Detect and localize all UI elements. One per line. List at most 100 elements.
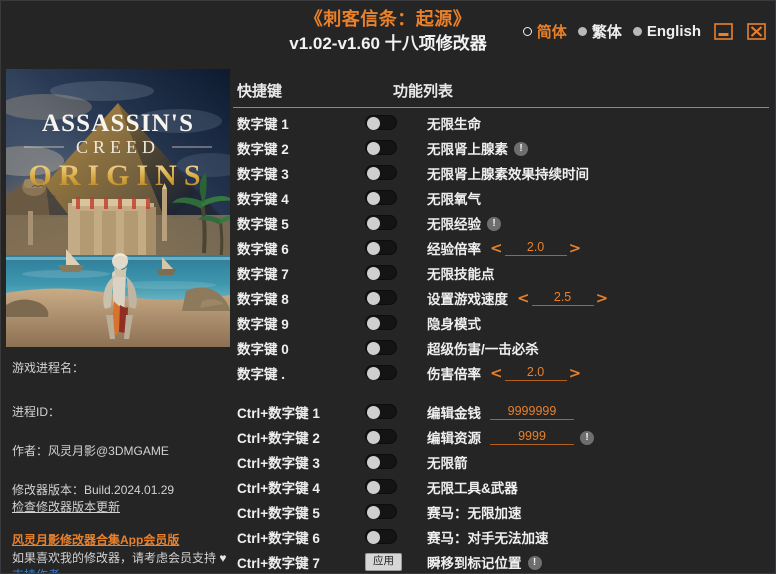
table-column-headers: 快捷键 功能列表 (231, 69, 771, 101)
column-header-hotkey: 快捷键 (237, 83, 283, 100)
table-row: 数字键 4 无限氧气 (237, 185, 771, 210)
hotkey-label: 数字键 2 (237, 141, 289, 157)
toggle-switch[interactable] (365, 454, 397, 469)
hotkey-label: 数字键 4 (237, 191, 289, 207)
heart-icon: ♥ (219, 551, 227, 565)
cheat-label: 无限氧气 (427, 191, 481, 207)
hotkey-label: 数字键 1 (237, 116, 289, 132)
toggle-knob (367, 506, 380, 519)
increment-button[interactable]: > (569, 240, 582, 255)
minimize-button[interactable] (713, 22, 734, 41)
hotkey-label: 数字键 3 (237, 166, 289, 182)
toggle-switch[interactable] (365, 265, 397, 280)
toggle-switch[interactable] (365, 290, 397, 305)
warning-icon[interactable]: ! (580, 430, 594, 445)
table-row: 数字键 0 超级伤害/一击必杀 (237, 335, 771, 360)
svg-text:ORIGINS: ORIGINS (28, 159, 207, 192)
value-field[interactable]: 2.0 (504, 365, 567, 381)
value-field[interactable]: 2.5 (531, 290, 594, 306)
table-row: Ctrl+数字键 6 赛马：对手无法加速 (237, 524, 771, 549)
decrement-button[interactable]: < (490, 240, 503, 255)
support-text: 如果喜欢我的修改器，请考虑会员支持 (12, 551, 217, 565)
toggle-switch[interactable] (365, 479, 397, 494)
cheat-label: 无限工具&武器 (427, 480, 518, 496)
table-row: Ctrl+数字键 1 编辑金钱 9999999 (237, 399, 771, 424)
toggle-knob (367, 292, 380, 305)
table-row: Ctrl+数字键 5 赛马：无限加速 (237, 499, 771, 524)
cheat-table: 快捷键 功能列表 数字键 1 无限生命 数字键 2 无限肾上腺素 ! 数字键 3… (231, 69, 775, 573)
hotkey-label: 数字键 . (237, 366, 286, 382)
table-row: 数字键 5 无限经验 ! (237, 210, 771, 235)
toggle-knob (367, 242, 380, 255)
hotkey-label: Ctrl+数字键 7 (237, 555, 320, 571)
value-spinner: < 2.0 > (490, 240, 581, 256)
header-divider (233, 107, 769, 108)
toggle-switch[interactable] (365, 315, 397, 330)
toggle-switch[interactable] (365, 529, 397, 544)
toggle-switch[interactable] (365, 429, 397, 444)
toggle-knob (367, 192, 380, 205)
table-row: Ctrl+数字键 3 无限箭 (237, 449, 771, 474)
check-update-link[interactable]: 检查修改器版本更新 (12, 500, 120, 515)
cheat-label: 赛马：无限加速 (427, 505, 522, 521)
toggle-switch[interactable] (365, 504, 397, 519)
warning-icon[interactable]: ! (527, 555, 542, 570)
money-input[interactable]: 9999999 (490, 404, 574, 420)
increment-button[interactable]: > (569, 365, 582, 380)
warning-icon[interactable]: ! (514, 141, 528, 156)
toggle-switch[interactable] (365, 404, 397, 419)
game-cover-art: ASSASSIN'S CREED ORIGINS (6, 69, 230, 347)
toggle-knob (367, 142, 380, 155)
hotkey-label: Ctrl+数字键 4 (237, 480, 320, 496)
svg-text:CREED: CREED (76, 137, 160, 157)
table-row: 数字键 1 无限生命 (237, 110, 771, 135)
resource-input[interactable]: 9999 (490, 429, 574, 445)
cheat-label: 无限肾上腺素 (427, 141, 508, 157)
table-row: 数字键 3 无限肾上腺素效果持续时间 (237, 160, 771, 185)
hotkey-label: Ctrl+数字键 2 (237, 430, 320, 446)
lang-option-english[interactable]: English (632, 23, 701, 40)
sidebar: ASSASSIN'S CREED ORIGINS 游戏进程名： 进程ID： 作者… (1, 69, 231, 573)
cheat-label: 设置游戏速度 (427, 291, 508, 307)
toggle-knob (367, 342, 380, 355)
radio-selected-icon (522, 27, 532, 36)
svg-text:ASSASSIN'S: ASSASSIN'S (42, 110, 194, 137)
toggle-switch[interactable] (365, 365, 397, 380)
toggle-switch[interactable] (365, 240, 397, 255)
cheat-label: 经验倍率 (427, 241, 481, 257)
toggle-switch[interactable] (365, 165, 397, 180)
lang-option-simplified[interactable]: 简体 (522, 21, 567, 42)
cheat-label: 无限肾上腺素效果持续时间 (427, 166, 589, 182)
increment-button[interactable]: > (596, 290, 609, 305)
member-app-link[interactable]: 风灵月影修改器合集App会员版 (12, 533, 179, 548)
cheat-label: 无限经验 (427, 216, 481, 232)
toggle-switch[interactable] (365, 340, 397, 355)
hotkey-label: Ctrl+数字键 6 (237, 530, 320, 546)
title-bar: 《刺客信条：起源》 v1.02-v1.60 十八项修改器 简体 繁体 Engli… (1, 1, 775, 69)
close-button[interactable] (746, 22, 767, 41)
toggle-switch[interactable] (365, 140, 397, 155)
value-spinner: < 2.5 > (517, 290, 608, 306)
decrement-button[interactable]: < (490, 365, 503, 380)
toggle-switch[interactable] (365, 190, 397, 205)
toggle-switch[interactable] (365, 115, 397, 130)
hotkey-label: 数字键 0 (237, 341, 289, 357)
sidebar-info: 游戏进程名： 进程ID： 作者：风灵月影@3DMGAME 修改器版本：Build… (6, 347, 231, 573)
support-author-link[interactable]: 支持作者 (12, 568, 60, 573)
cheat-label: 编辑资源 (427, 430, 481, 446)
apply-button[interactable]: 应用 (365, 552, 402, 571)
warning-icon[interactable]: ! (487, 216, 501, 231)
hotkey-label: 数字键 6 (237, 241, 289, 257)
lang-option-traditional[interactable]: 繁体 (577, 21, 622, 42)
cheat-label: 编辑金钱 (427, 405, 481, 421)
decrement-button[interactable]: < (517, 290, 530, 305)
cheat-label: 无限生命 (427, 116, 481, 132)
cheat-label: 伤害倍率 (427, 366, 481, 382)
toggle-knob (367, 317, 380, 330)
cheat-label: 隐身模式 (427, 316, 481, 332)
toggle-knob (367, 406, 380, 419)
column-header-function: 功能列表 (393, 83, 454, 100)
value-field[interactable]: 2.0 (504, 240, 567, 256)
cheat-label: 超级伤害/一击必杀 (427, 341, 539, 357)
toggle-switch[interactable] (365, 215, 397, 230)
